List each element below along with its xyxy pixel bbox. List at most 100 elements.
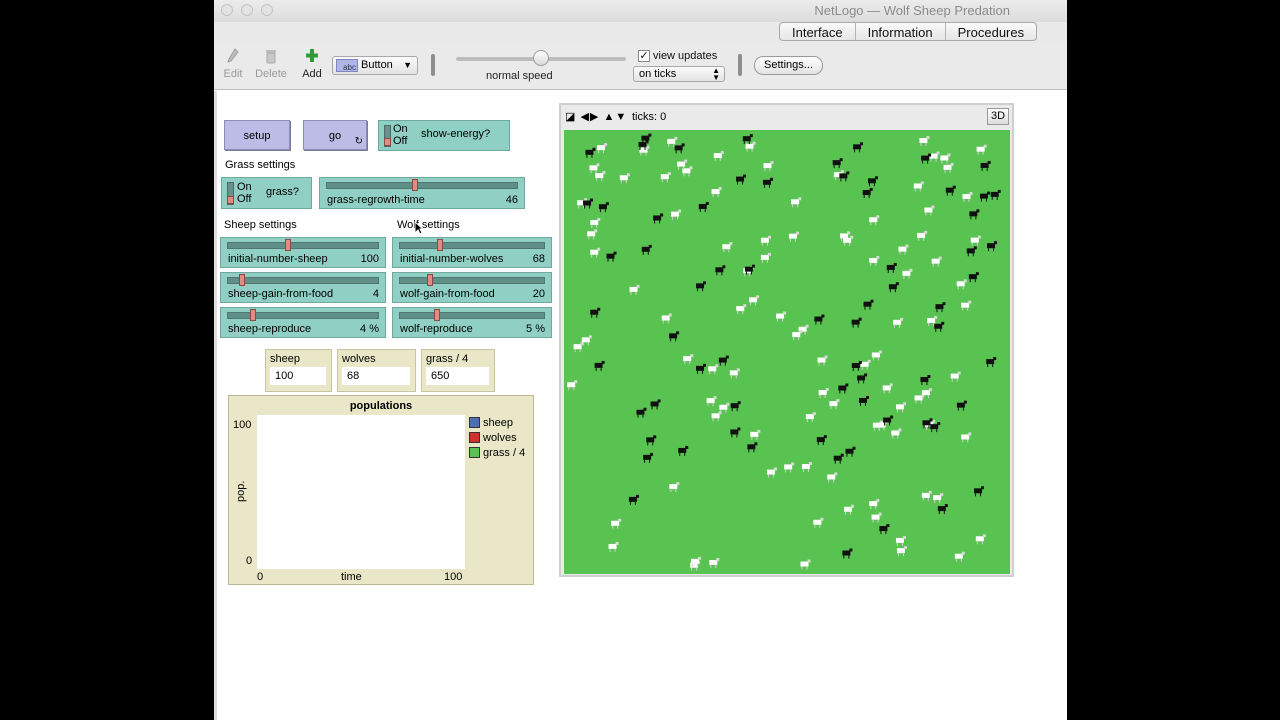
wolf-settings-note: Wolf settings	[397, 219, 460, 231]
wolf-agent	[979, 191, 990, 202]
wolf-agent	[696, 363, 707, 374]
sheep-agent	[970, 235, 981, 246]
monitor-label: grass / 4	[426, 353, 469, 365]
sheep-agent	[677, 159, 688, 170]
add-button[interactable]: Add	[292, 46, 332, 80]
legend-label: sheep	[483, 416, 513, 429]
wolf-agent	[598, 202, 609, 213]
sheep-agent	[871, 512, 882, 523]
grass-regrowth-time-slider[interactable]: grass-regrowth-time 46	[319, 177, 525, 209]
toolbar-divider	[431, 54, 435, 76]
view-updates-label: view updates	[653, 50, 718, 62]
sheep-reproduce-slider[interactable]: sheep-reproduce 4 %	[220, 307, 386, 338]
sheep-agent	[581, 335, 592, 346]
sheep-agent	[763, 161, 774, 172]
slider-value: 68	[532, 253, 545, 265]
wolf-agent	[974, 486, 985, 497]
slider-value: 5 %	[526, 323, 545, 335]
sheep-agent	[871, 350, 882, 361]
settings-button[interactable]: Settings...	[754, 56, 823, 75]
grass-switch[interactable]: On Off grass?	[221, 177, 312, 209]
wolf-agent	[730, 427, 741, 438]
edit-button[interactable]: Edit	[214, 46, 253, 80]
sheep-agent	[713, 151, 724, 162]
switch-handle[interactable]	[384, 138, 391, 146]
tab-procedures[interactable]: Procedures	[944, 23, 1036, 40]
plot-x-max: 100	[444, 571, 463, 583]
sheep-gain-from-food-slider[interactable]: sheep-gain-from-food 4	[220, 272, 386, 303]
slider-track	[227, 242, 379, 249]
switch-off-label: Off	[237, 193, 252, 205]
wolf-reproduce-slider[interactable]: wolf-reproduce 5 %	[392, 307, 552, 338]
sheep-agent	[749, 295, 760, 306]
tab-information[interactable]: Information	[854, 23, 945, 40]
legend-swatch	[469, 417, 480, 428]
sheep-agent	[895, 535, 906, 546]
sheep-agent	[669, 482, 680, 493]
ticks-counter: ticks: 0	[632, 111, 667, 123]
three-d-button[interactable]: 3D	[987, 108, 1009, 125]
tab-group: Interface Information Procedures	[779, 22, 1038, 41]
sheep-agent	[893, 317, 904, 328]
wolf-agent	[736, 174, 747, 185]
world-canvas[interactable]	[564, 130, 1010, 574]
wolf-agent	[641, 244, 652, 255]
slider-handle[interactable]	[238, 274, 245, 286]
wolf-agent	[747, 442, 758, 453]
view-size-controls[interactable]: ◪ ◀▶ ▲▼	[565, 110, 627, 123]
resize-icon[interactable]: ◪	[565, 111, 576, 123]
horizontal-arrows-icon[interactable]: ◀▶	[580, 111, 599, 123]
wolf-agent	[653, 213, 664, 224]
tab-interface[interactable]: Interface	[780, 23, 855, 40]
slider-value: 20	[532, 288, 545, 300]
wolf-agent	[851, 317, 862, 328]
wolf-agent	[816, 435, 827, 446]
sheep-agent	[745, 141, 756, 152]
view-updates-toggle[interactable]: ✓ view updates	[638, 50, 717, 62]
initial-number-sheep-slider[interactable]: initial-number-sheep 100	[220, 237, 386, 268]
legend-entry: wolves	[469, 430, 525, 445]
sheep-agent	[709, 558, 720, 569]
setup-button[interactable]: setup	[224, 120, 290, 150]
go-button[interactable]: go ↻	[303, 120, 367, 150]
switch-label: grass?	[266, 186, 300, 198]
slider-handle[interactable]	[427, 274, 433, 286]
speed-slider-handle[interactable]	[533, 50, 549, 66]
add-label: Add	[302, 68, 322, 80]
update-mode-value: on ticks	[639, 68, 677, 80]
wolf-agent	[920, 375, 931, 386]
wolf-agent	[674, 143, 685, 154]
legend-swatch	[469, 447, 480, 458]
wolf-agent	[879, 524, 890, 535]
grass-settings-note: Grass settings	[225, 159, 296, 171]
wolf-agent	[669, 331, 680, 342]
sheep-agent	[619, 173, 630, 184]
pencil-icon	[226, 48, 240, 64]
slider-handle[interactable]	[434, 309, 440, 321]
slider-handle[interactable]	[436, 239, 443, 251]
vertical-arrows-icon[interactable]: ▲▼	[603, 111, 627, 123]
sheep-agent	[817, 355, 828, 366]
show-energy-switch[interactable]: On Off show-energy?	[378, 120, 510, 151]
slider-handle[interactable]	[411, 179, 418, 191]
wolf-gain-from-food-slider[interactable]: wolf-gain-from-food 20	[392, 272, 552, 303]
netlogo-window: NetLogo — Wolf Sheep Predation Interface…	[214, 0, 1067, 720]
slider-handle[interactable]	[250, 309, 257, 321]
delete-button[interactable]: Delete	[251, 46, 291, 80]
wolf-agent	[857, 373, 868, 384]
mouse-cursor-icon	[414, 221, 424, 235]
initial-number-wolves-slider[interactable]: initial-number-wolves 68	[392, 237, 552, 268]
update-mode-select[interactable]: on ticks ▲ ▼	[633, 66, 725, 82]
wolf-agent	[921, 153, 932, 164]
view-updates-checkbox[interactable]: ✓	[638, 50, 650, 62]
wolf-agent	[937, 504, 948, 515]
wolf-agent	[851, 361, 862, 372]
monitor-value: 650	[426, 367, 489, 385]
sheep-agent	[813, 517, 824, 528]
widget-type-select[interactable]: abc Button ▼	[332, 56, 418, 75]
sheep-agent	[766, 467, 777, 478]
switch-handle[interactable]	[227, 196, 234, 204]
sheep-agent	[711, 187, 722, 198]
sheep-agent	[940, 153, 951, 164]
slider-handle[interactable]	[285, 239, 292, 251]
